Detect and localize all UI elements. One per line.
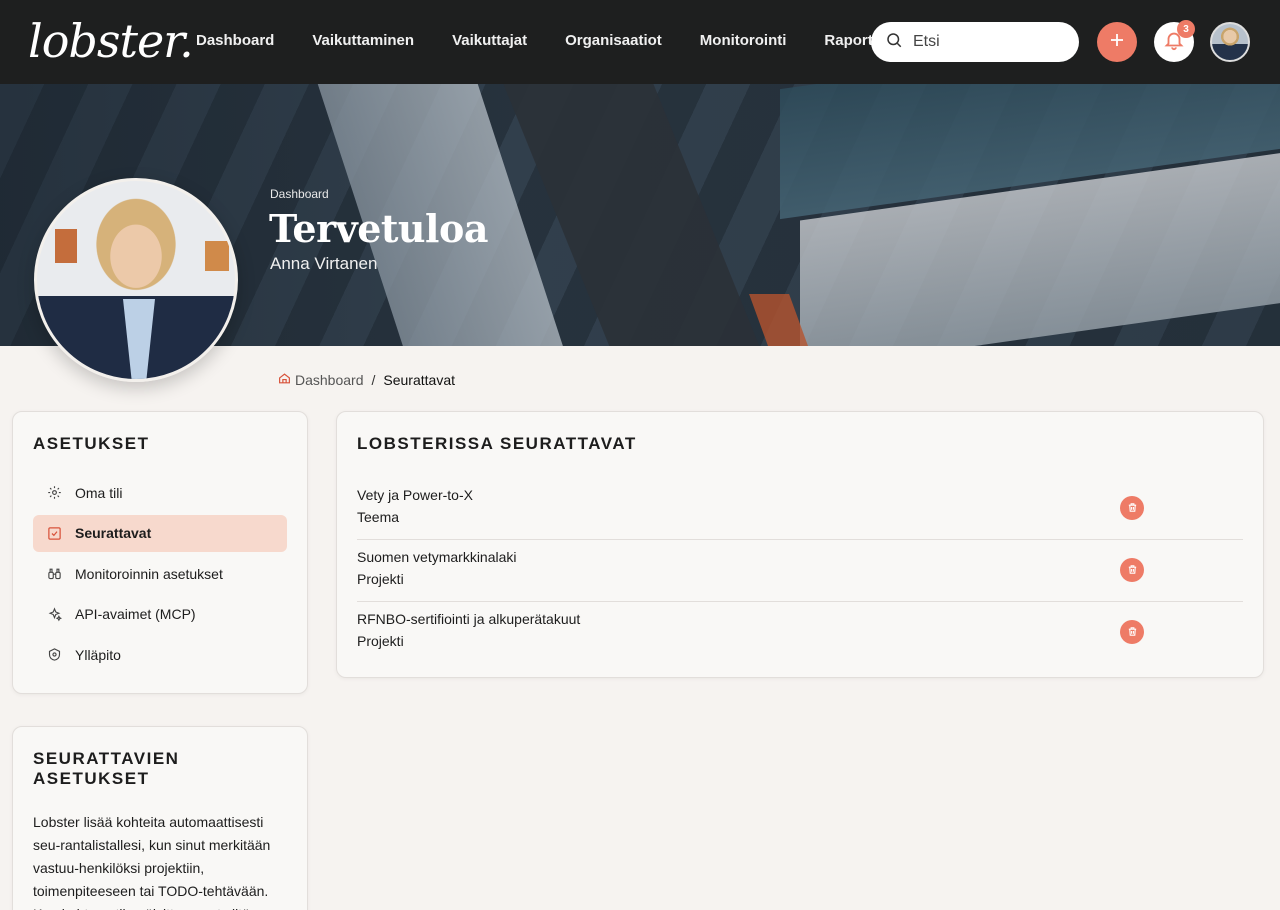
delete-button[interactable] (1120, 496, 1144, 520)
menu-item-api-avaimet[interactable]: API-avaimet (MCP) (33, 596, 287, 633)
settings-card: ASETUKSET Oma tili Seurattavat Monitoroi… (12, 411, 308, 694)
page-title: Tervetuloa (269, 206, 488, 251)
home-icon (278, 372, 291, 388)
item-name[interactable]: Vety ja Power-to-X (357, 484, 1243, 506)
nav-dashboard[interactable]: Dashboard (196, 32, 274, 49)
nav-monitorointi[interactable]: Monitorointi (700, 32, 787, 49)
background-art (205, 241, 229, 271)
breadcrumb-current: Seurattavat (383, 372, 455, 388)
trash-icon (1127, 497, 1138, 519)
followed-title: LOBSTERISSA SEURATTAVAT (357, 434, 637, 453)
hero-breadcrumb: Dashboard (270, 187, 329, 201)
settings-title: ASETUKSET (33, 434, 150, 453)
breadcrumb-home[interactable]: Dashboard (278, 372, 364, 388)
menu-item-label: Monitoroinnin asetukset (75, 565, 223, 582)
delete-button[interactable] (1120, 558, 1144, 582)
menu-item-label: API-avaimet (MCP) (75, 606, 196, 622)
settings-menu: Oma tili Seurattavat Monitoroinnin asetu… (33, 474, 287, 673)
menu-item-monitoroinnin-asetukset[interactable]: Monitoroinnin asetukset (33, 555, 287, 592)
checkbox-icon (45, 524, 63, 542)
followed-items-card: LOBSTERISSA SEURATTAVAT Vety ja Power-to… (336, 411, 1264, 678)
list-item: RFNBO-sertifiointi ja alkuperätakuut Pro… (357, 602, 1243, 664)
search-input[interactable] (913, 33, 1063, 51)
menu-item-label: Ylläpito (75, 646, 121, 663)
top-navigation-bar: lobster. Dashboard Vaikuttaminen Vaikutt… (0, 0, 1280, 84)
gear-icon (45, 484, 63, 502)
menu-item-label: Seurattavat (75, 525, 152, 541)
search-icon (885, 31, 903, 54)
user-avatar[interactable] (1210, 22, 1250, 62)
notification-count-badge: 3 (1177, 20, 1195, 38)
menu-item-label: Oma tili (75, 484, 123, 501)
item-name[interactable]: Suomen vetymarkkinalaki (357, 546, 1243, 568)
binoculars-icon (45, 565, 63, 583)
trash-icon (1127, 621, 1138, 643)
item-type: Projekti (357, 633, 404, 649)
breadcrumb: Dashboard / Seurattavat (278, 372, 455, 388)
sparkles-icon (45, 605, 63, 623)
item-name[interactable]: RFNBO-sertifiointi ja alkuperätakuut (357, 608, 1243, 630)
plus-icon (1108, 31, 1126, 54)
nav-vaikuttaminen[interactable]: Vaikuttaminen (312, 32, 414, 49)
menu-item-yllapito[interactable]: Ylläpito (33, 636, 287, 673)
search-box[interactable] (871, 22, 1079, 62)
add-button[interactable] (1097, 22, 1137, 62)
list-item: Suomen vetymarkkinalaki Projekti (357, 540, 1243, 602)
trash-icon (1127, 559, 1138, 581)
main-nav: Dashboard Vaikuttaminen Vaikuttajat Orga… (196, 32, 920, 49)
info-text: Lobster lisää kohteita automaattisesti s… (33, 814, 271, 910)
breadcrumb-home-label[interactable]: Dashboard (295, 372, 364, 388)
profile-picture (34, 178, 238, 382)
follow-settings-info-card: SEURATTAVIEN ASETUKSET Lobster lisää koh… (12, 726, 308, 910)
followed-list: Vety ja Power-to-X Teema Suomen vetymark… (357, 478, 1243, 664)
item-type: Teema (357, 509, 400, 525)
menu-item-seurattavat[interactable]: Seurattavat (33, 514, 287, 552)
shield-icon (45, 646, 63, 664)
item-type: Projekti (357, 571, 404, 587)
breadcrumb-separator: / (371, 372, 376, 388)
menu-item-oma-tili[interactable]: Oma tili (33, 474, 287, 511)
list-item: Vety ja Power-to-X Teema (357, 478, 1243, 540)
background-art (55, 229, 77, 263)
lobster-logo[interactable]: lobster. (28, 14, 194, 68)
nav-organisaatiot[interactable]: Organisaatiot (565, 32, 662, 49)
profile-shirt (123, 299, 155, 379)
info-title: SEURATTAVIEN ASETUKSET (33, 749, 180, 788)
delete-button[interactable] (1120, 620, 1144, 644)
user-name: Anna Virtanen (270, 254, 378, 273)
nav-vaikuttajat[interactable]: Vaikuttajat (452, 32, 527, 49)
